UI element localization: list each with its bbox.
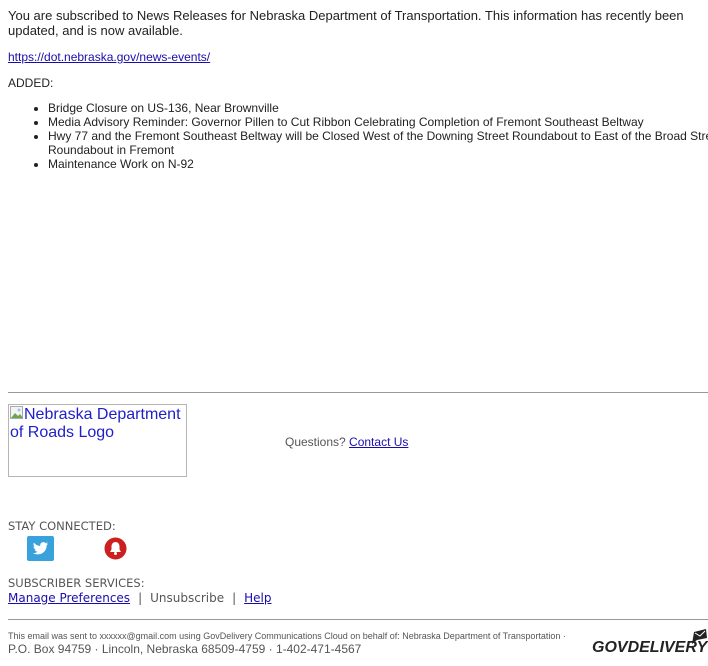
questions-label: Questions? [285, 435, 346, 449]
govdelivery-wordmark: GOVDELIVERY [592, 639, 708, 656]
stay-connected-label: STAY CONNECTED: [8, 519, 116, 533]
list-item: Media Advisory Reminder: Governor Pillen… [48, 115, 708, 129]
intro-text: You are subscribed to News Releases for … [8, 8, 684, 38]
separator: | [138, 591, 143, 605]
help-link[interactable]: Help [244, 591, 271, 605]
contact-us-link[interactable]: Contact Us [349, 435, 408, 449]
divider [8, 619, 708, 620]
manage-preferences-link[interactable]: Manage Preferences [8, 591, 130, 605]
questions: Questions? Contact Us [285, 435, 408, 449]
subscriber-services-label: SUBSCRIBER SERVICES: [8, 576, 145, 590]
unsubscribe-link[interactable]: Unsubscribe [150, 591, 224, 605]
subscriber-services-links: Manage Preferences | Unsubscribe | Help [8, 591, 272, 605]
footer-text: This email was sent to xxxxxx@gmail.com … [8, 630, 568, 657]
ndot-logo[interactable]: Nebraska Department of Roads Logo [8, 404, 187, 477]
divider [8, 392, 708, 393]
added-list: Bridge Closure on US-136, Near Brownvill… [8, 101, 708, 171]
news-events-link[interactable]: https://dot.nebraska.gov/news-events/ [8, 50, 210, 64]
footer-address: P.O. Box 94759 · Lincoln, Nebraska 68509… [8, 642, 362, 656]
govdelivery-logo[interactable]: GOVDELIVERY [592, 628, 708, 658]
broken-image-icon [10, 406, 24, 420]
list-item: Hwy 77 and the Fremont Southeast Beltway… [48, 129, 708, 157]
logo-alt-text: Nebraska Department of Roads Logo [10, 406, 181, 441]
twitter-icon[interactable] [27, 536, 54, 561]
separator: | [232, 591, 237, 605]
list-item: Bridge Closure on US-136, Near Brownvill… [48, 101, 708, 115]
footer-sent-text: This email was sent to xxxxxx@gmail.com … [8, 631, 566, 641]
list-item: Maintenance Work on N-92 [48, 157, 708, 171]
added-label: ADDED: [8, 76, 54, 90]
bell-icon[interactable] [104, 537, 127, 560]
